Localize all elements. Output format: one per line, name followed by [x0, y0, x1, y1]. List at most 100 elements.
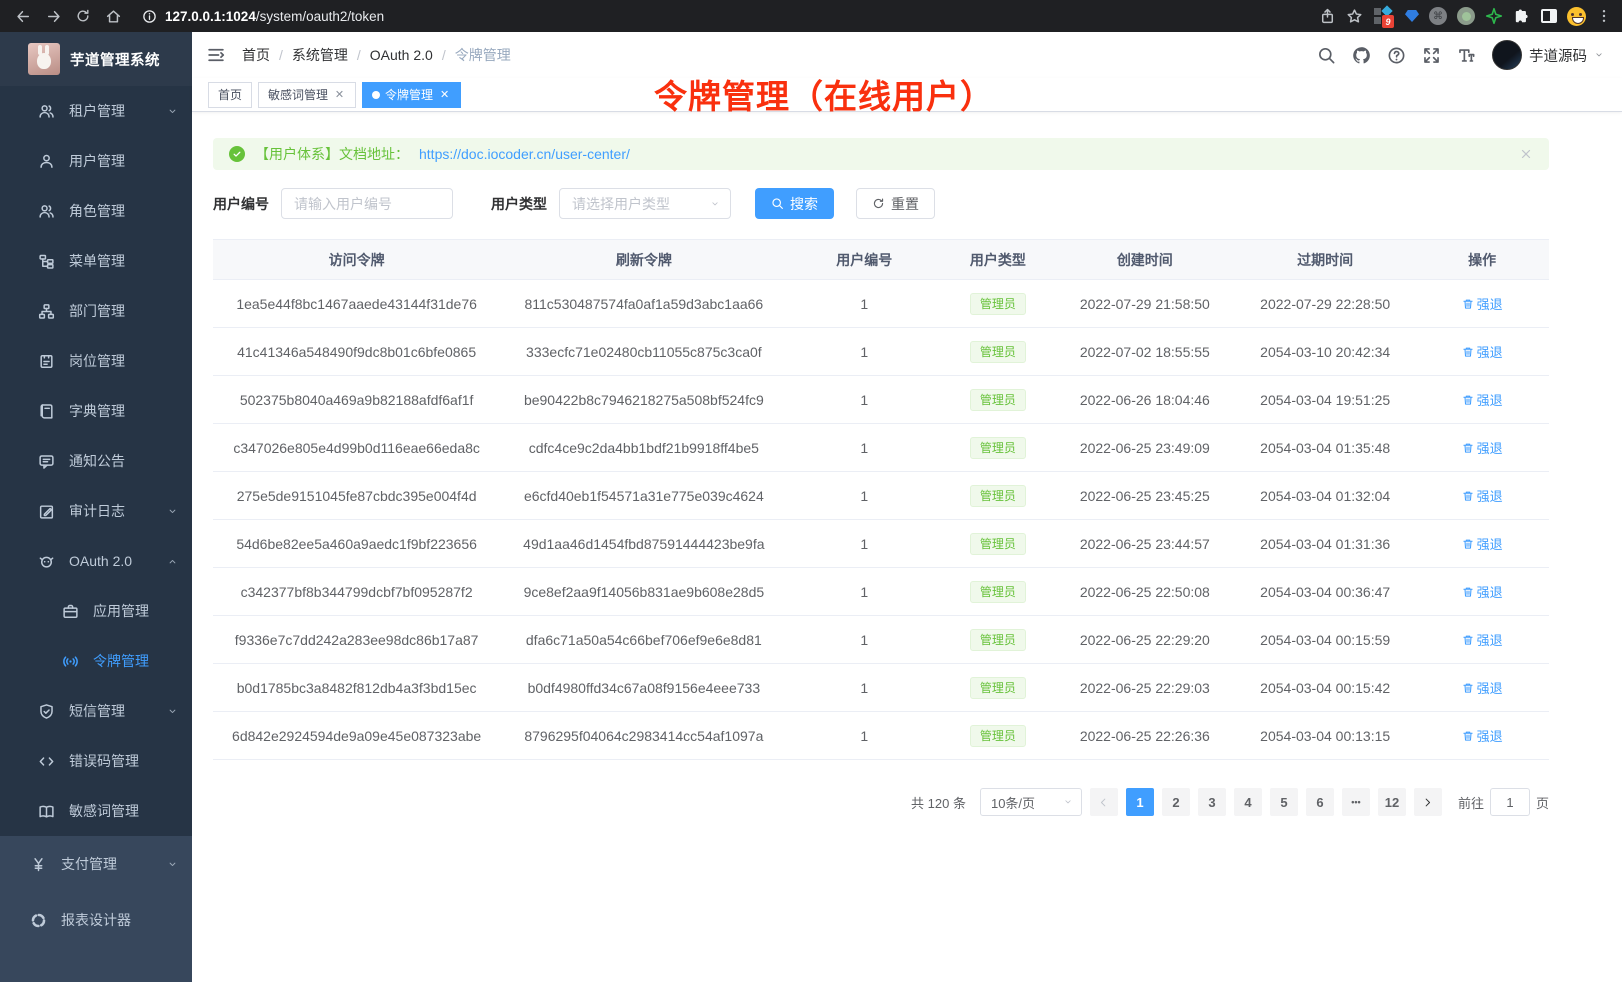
force-logout-button[interactable]: 强退	[1462, 486, 1503, 505]
profile-emoji-avatar[interactable]	[1567, 7, 1586, 26]
page-button-2[interactable]: 2	[1162, 788, 1190, 816]
close-icon[interactable]: ✕	[438, 88, 451, 101]
browser-menu-icon[interactable]	[1596, 8, 1612, 24]
prev-page-button[interactable]	[1090, 788, 1118, 816]
table-body: 1ea5e44f8bc1467aaede43144f31de76811c5304…	[213, 280, 1549, 760]
code-icon	[38, 753, 55, 770]
force-logout-button[interactable]: 强退	[1462, 390, 1503, 409]
sidebar-item-通知公告[interactable]: 通知公告	[0, 436, 192, 486]
sidebar-item-部门管理[interactable]: 部门管理	[0, 286, 192, 336]
created-time-cell: 2022-07-29 21:58:50	[1055, 296, 1235, 312]
table-row: 41c41346a548490f9dc8b01c6bfe0865333ecfc7…	[213, 328, 1549, 376]
force-logout-button[interactable]: 强退	[1462, 342, 1503, 361]
next-page-button[interactable]	[1414, 788, 1442, 816]
share-icon[interactable]	[1319, 8, 1336, 25]
sidebar-menu-bottom: 支付管理报表设计器	[0, 836, 192, 982]
page-button-3[interactable]: 3	[1198, 788, 1226, 816]
breadcrumb-item[interactable]: 系统管理	[292, 45, 348, 65]
page-button-1[interactable]: 1	[1126, 788, 1154, 816]
browser-home-button[interactable]	[100, 3, 126, 29]
user-type-badge: 管理员	[970, 485, 1026, 507]
page-button-6[interactable]: 6	[1306, 788, 1334, 816]
page-button-4[interactable]: 4	[1234, 788, 1262, 816]
browser-reload-button[interactable]	[70, 3, 96, 29]
sidebar-item-用户管理[interactable]: 用户管理	[0, 136, 192, 186]
help-icon[interactable]	[1387, 46, 1406, 65]
sidebar-item-label: 角色管理	[69, 201, 178, 221]
expire-time-cell: 2054-03-04 19:51:25	[1235, 392, 1415, 408]
search-icon[interactable]	[1317, 46, 1336, 65]
user-menu[interactable]: 芋道源码	[1492, 40, 1604, 70]
column-header: 操作	[1415, 250, 1549, 270]
goto-label: 前往	[1458, 793, 1484, 812]
tab-敏感词管理[interactable]: 敏感词管理 ✕	[258, 82, 356, 108]
green-extension-icon[interactable]	[1457, 7, 1475, 25]
app-logo[interactable]: 芋道管理系统	[0, 32, 192, 86]
search-button[interactable]: 搜索	[755, 188, 834, 219]
extension-collection-icon[interactable]: 9	[1373, 5, 1395, 27]
force-logout-button[interactable]: 强退	[1462, 630, 1503, 649]
page-button-12[interactable]: 12	[1378, 788, 1406, 816]
sidebar-item-短信管理[interactable]: 短信管理	[0, 686, 192, 736]
address-bar[interactable]: 127.0.0.1:1024/system/oauth2/token	[130, 9, 1307, 24]
gem-extension-icon[interactable]	[1405, 10, 1419, 22]
sidebar-item-label: 短信管理	[69, 701, 167, 721]
sidebar-item-字典管理[interactable]: 字典管理	[0, 386, 192, 436]
access-token-cell: c347026e805e4d99b0d116eae66eda8c	[213, 440, 500, 456]
force-logout-button[interactable]: 强退	[1462, 678, 1503, 697]
font-size-icon[interactable]	[1457, 46, 1476, 65]
page-button-5[interactable]: 5	[1270, 788, 1298, 816]
sidebar-item-报表设计器[interactable]: 报表设计器	[0, 892, 192, 948]
bookmark-star-icon[interactable]	[1346, 8, 1363, 25]
page-ellipsis[interactable]: •••	[1342, 788, 1370, 816]
alert-close-icon[interactable]	[1519, 147, 1533, 161]
trash-icon	[1462, 586, 1474, 598]
force-logout-button[interactable]: 强退	[1462, 438, 1503, 457]
hamburger-icon[interactable]	[206, 45, 226, 65]
sidebar-item-错误码管理[interactable]: 错误码管理	[0, 736, 192, 786]
goto-page-input[interactable]	[1490, 788, 1530, 816]
sidebar-item-敏感词管理[interactable]: 敏感词管理	[0, 786, 192, 836]
sidebar-item-租户管理[interactable]: 租户管理	[0, 86, 192, 136]
user-type-placeholder: 请选择用户类型	[572, 194, 670, 214]
users-icon	[38, 103, 55, 120]
user-type-badge: 管理员	[970, 725, 1026, 747]
page-info-icon[interactable]	[142, 9, 157, 24]
user-type-select[interactable]: 请选择用户类型	[559, 188, 731, 219]
force-logout-button[interactable]: 强退	[1462, 582, 1503, 601]
logo-avatar	[28, 43, 60, 75]
force-logout-button[interactable]: 强退	[1462, 726, 1503, 745]
sidebar-item-角色管理[interactable]: 角色管理	[0, 186, 192, 236]
sidebar-item-OAuth 2.0[interactable]: OAuth 2.0	[0, 536, 192, 586]
fullscreen-icon[interactable]	[1422, 46, 1441, 65]
doc-alert: 【用户体系】文档地址： https://doc.iocoder.cn/user-…	[213, 138, 1549, 170]
close-icon[interactable]: ✕	[333, 88, 346, 101]
reset-button[interactable]: 重置	[856, 188, 935, 219]
puzzle-extension-icon[interactable]	[1513, 7, 1531, 25]
breadcrumb-item[interactable]: 首页	[242, 45, 270, 65]
tab-label: 敏感词管理	[268, 86, 328, 103]
green-star-extension-icon[interactable]	[1485, 7, 1503, 25]
tab-令牌管理[interactable]: 令牌管理✕	[362, 82, 461, 108]
sidebar-item-菜单管理[interactable]: 菜单管理	[0, 236, 192, 286]
breadcrumb-item[interactable]: OAuth 2.0	[370, 47, 433, 63]
sidebar-item-审计日志[interactable]: 审计日志	[0, 486, 192, 536]
page-size-select[interactable]: 10条/页	[980, 788, 1082, 816]
sidebar-item-支付管理[interactable]: 支付管理	[0, 836, 192, 892]
browser-back-button[interactable]	[10, 3, 36, 29]
doc-link[interactable]: https://doc.iocoder.cn/user-center/	[419, 146, 630, 162]
force-logout-button[interactable]: 强退	[1462, 534, 1503, 553]
user-type-badge: 管理员	[970, 629, 1026, 651]
sidebar-item-岗位管理[interactable]: 岗位管理	[0, 336, 192, 386]
force-logout-button[interactable]: 强退	[1462, 294, 1503, 313]
tab-首页[interactable]: 首页	[208, 82, 252, 108]
user-type-badge: 管理员	[970, 533, 1026, 555]
access-token-cell: 41c41346a548490f9dc8b01c6bfe0865	[213, 344, 500, 360]
gray-extension-icon[interactable]: ⌘	[1429, 7, 1447, 25]
github-icon[interactable]	[1352, 46, 1371, 65]
user-id-input[interactable]	[281, 188, 453, 219]
browser-forward-button[interactable]	[40, 3, 66, 29]
sidebar-item-令牌管理[interactable]: 令牌管理	[0, 636, 192, 686]
side-panel-icon[interactable]	[1541, 9, 1557, 23]
sidebar-item-应用管理[interactable]: 应用管理	[0, 586, 192, 636]
